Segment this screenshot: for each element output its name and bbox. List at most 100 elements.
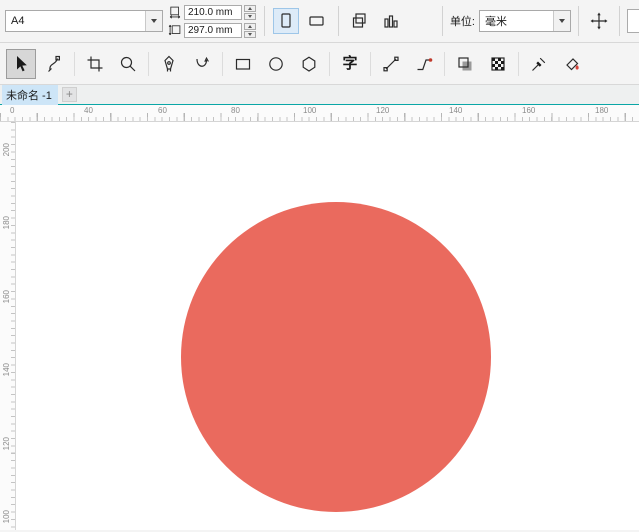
- polygon-icon: [299, 54, 319, 74]
- fill-bucket-icon: [562, 54, 582, 74]
- page-size-value: A4: [6, 15, 145, 27]
- hruler-label: 60: [158, 106, 167, 115]
- page-bars-icon: [381, 11, 401, 31]
- hruler-label: 40: [84, 106, 93, 115]
- rectangle-icon: [233, 54, 253, 74]
- polyline-icon: [414, 54, 434, 74]
- separator: [148, 52, 149, 76]
- clipped-right-field[interactable]: [627, 9, 639, 33]
- page-height-input[interactable]: 297.0 mm: [184, 23, 242, 38]
- horizontal-ruler[interactable]: 0 40 60 80 100 120 140 160 180: [0, 105, 639, 122]
- document-tab-title: 未命名 -1: [2, 85, 58, 105]
- page-width-icon: [168, 5, 182, 19]
- separator: [338, 6, 339, 36]
- units-group: 单位: 毫米: [439, 6, 634, 36]
- text-tool-icon: 字: [342, 56, 357, 71]
- polyline-tool-button[interactable]: [409, 49, 439, 79]
- page-height-icon: [168, 23, 182, 37]
- separator: [442, 6, 443, 36]
- new-document-tab-button[interactable]: +: [62, 87, 77, 102]
- line-tool-button[interactable]: [376, 49, 406, 79]
- smart-fill-tool-button[interactable]: [557, 49, 587, 79]
- vruler-label: 160: [2, 290, 11, 303]
- crop-tool-button[interactable]: [80, 49, 110, 79]
- landscape-page-icon: [307, 11, 327, 31]
- eyedropper-icon: [529, 54, 549, 74]
- separator: [370, 52, 371, 76]
- vruler-label: 200: [2, 143, 11, 156]
- ruler-minor-ticks: [11, 122, 15, 530]
- drop-shadow-tool-button[interactable]: [450, 49, 480, 79]
- nudge-offset-button[interactable]: [586, 8, 612, 34]
- units-value: 毫米: [480, 13, 553, 29]
- ellipse-object[interactable]: [181, 202, 491, 512]
- portrait-page-icon: [276, 11, 296, 31]
- height-spin-up-icon[interactable]: [244, 23, 256, 30]
- hruler-label: 120: [376, 106, 389, 115]
- separator: [578, 6, 579, 36]
- drawing-workspace: 0 40 60 80 100 120 140 160 180 200 180 1…: [0, 105, 639, 530]
- magnifier-icon: [118, 54, 138, 74]
- page-size-dropdown[interactable]: A4: [5, 10, 163, 32]
- hruler-label: 80: [231, 106, 240, 115]
- checkerboard-icon: [488, 54, 508, 74]
- units-label: 单位:: [450, 13, 475, 29]
- hruler-label: 100: [303, 106, 316, 115]
- tab-untitled-document[interactable]: 未命名 -1: [0, 85, 58, 104]
- current-page-button[interactable]: [378, 8, 404, 34]
- all-pages-button[interactable]: [347, 8, 373, 34]
- zoom-tool-button[interactable]: [113, 49, 143, 79]
- separator: [619, 6, 620, 36]
- page-width-input[interactable]: 210.0 mm: [184, 5, 242, 20]
- text-tool-button[interactable]: 字: [335, 49, 365, 79]
- height-spin-down-icon[interactable]: [244, 31, 256, 38]
- bspline-tool-button[interactable]: [187, 49, 217, 79]
- page-dimensions: 210.0 mm 297.0 mm: [168, 4, 256, 38]
- chevron-down-icon[interactable]: [553, 11, 570, 31]
- width-spin-down-icon[interactable]: [244, 13, 256, 20]
- document-tab-bar: 未命名 -1 +: [0, 85, 639, 105]
- pen-tool-button[interactable]: [154, 49, 184, 79]
- hruler-label: 0: [10, 106, 14, 115]
- shape-tool-button[interactable]: [39, 49, 69, 79]
- units-dropdown[interactable]: 毫米: [479, 10, 571, 32]
- separator: [74, 52, 75, 76]
- line-icon: [381, 54, 401, 74]
- width-spin-up-icon[interactable]: [244, 5, 256, 12]
- pick-arrow-icon: [11, 54, 31, 74]
- separator: [222, 52, 223, 76]
- shape-tool-icon: [44, 54, 64, 74]
- drop-shadow-icon: [455, 54, 475, 74]
- separator: [329, 52, 330, 76]
- separator: [518, 52, 519, 76]
- drawing-canvas[interactable]: [16, 122, 639, 530]
- crop-icon: [85, 54, 105, 74]
- ruler-minor-ticks: [0, 117, 639, 121]
- chevron-down-icon[interactable]: [145, 11, 162, 31]
- property-bar: A4 210.0 mm 297.0 mm: [0, 0, 639, 43]
- pen-nib-icon: [159, 54, 179, 74]
- pick-tool-button[interactable]: [6, 49, 36, 79]
- crosshair-move-icon: [589, 11, 609, 31]
- separator: [444, 52, 445, 76]
- pattern-fill-tool-button[interactable]: [483, 49, 513, 79]
- hruler-label: 180: [595, 106, 608, 115]
- hruler-label: 140: [449, 106, 462, 115]
- separator: [264, 6, 265, 36]
- canvas-row: 200 180 160 140 120 100: [0, 122, 639, 530]
- ellipse-icon: [266, 54, 286, 74]
- stacked-pages-icon: [350, 11, 370, 31]
- vruler-label: 140: [2, 363, 11, 376]
- landscape-orientation-button[interactable]: [304, 8, 330, 34]
- toolbox: 字: [0, 43, 639, 85]
- vertical-ruler[interactable]: 200 180 160 140 120 100: [0, 122, 16, 530]
- eyedropper-tool-button[interactable]: [524, 49, 554, 79]
- portrait-orientation-button[interactable]: [273, 8, 299, 34]
- vruler-label: 180: [2, 216, 11, 229]
- hruler-label: 160: [522, 106, 535, 115]
- rectangle-tool-button[interactable]: [228, 49, 258, 79]
- ellipse-tool-button[interactable]: [261, 49, 291, 79]
- polygon-tool-button[interactable]: [294, 49, 324, 79]
- vruler-label: 120: [2, 437, 11, 450]
- vruler-label: 100: [2, 510, 11, 523]
